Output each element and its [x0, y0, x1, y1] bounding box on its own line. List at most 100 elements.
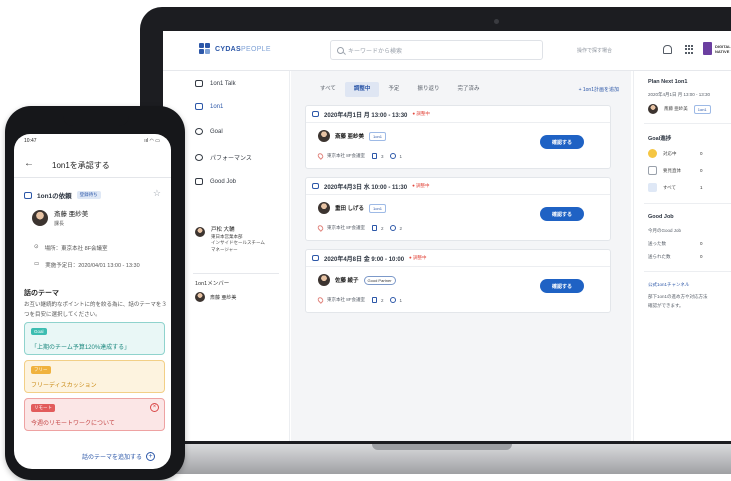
comment-icon [389, 153, 396, 159]
remove-theme-icon[interactable]: × [150, 403, 159, 412]
avatar [195, 292, 205, 302]
comment-count: 1 [399, 153, 403, 159]
chat-bubbles-icon [24, 191, 32, 199]
members-title: 1on1メンバー [195, 281, 230, 287]
tab-scheduled[interactable]: 予定 [379, 82, 408, 97]
profile-name: 戸松 大輔 [211, 227, 235, 233]
comment-icon [389, 225, 396, 231]
goal-row[interactable]: 対応中 [648, 149, 677, 158]
search-input[interactable]: キーワードから検索 [330, 40, 543, 60]
bell-icon[interactable] [663, 45, 672, 54]
sidebar-item-label: 1on1 Talk [210, 80, 236, 87]
sidebar-item-goal[interactable]: Goal [195, 128, 223, 135]
top-link[interactable]: 操作で探す場合 [577, 47, 612, 54]
type-tag: 1on1 [693, 104, 711, 114]
location-pin-icon [316, 224, 325, 232]
tab-review[interactable]: 振り返り [408, 82, 448, 97]
good-job-received-label: 送られた数 [648, 254, 671, 259]
phone-screen: 10:47 ııl ◠ ▭ ← 1on1を承認する 1on1の依頼 登録待ち ☆… [14, 134, 171, 469]
card-datetime: 2020年4月8日 金 9:00 - 10:00 [324, 256, 405, 263]
location-text: 東京本社 8F会議室 [327, 225, 366, 230]
confirm-button[interactable]: 確認する [540, 279, 584, 293]
document-icon [372, 225, 378, 231]
status-badge: ● 調整中 [412, 183, 430, 188]
tab-all[interactable]: すべて [311, 82, 345, 97]
status-bar: 10:47 ııl ◠ ▭ [24, 138, 164, 144]
brand-logo[interactable]: CYDASPEOPLE [199, 43, 271, 55]
chat-bubbles-icon [312, 255, 319, 261]
star-icon[interactable]: ☆ [153, 188, 161, 199]
add-1on1-plan-link[interactable]: + 1on1計画を追加 [579, 86, 619, 93]
theme-tag: Goal [31, 328, 47, 335]
theme-text: 「上期のチーム予算120%達成する」 [31, 345, 131, 351]
phone-notch [63, 106, 129, 126]
comment-icon [389, 297, 396, 303]
sidebar-item-1on1[interactable]: 1on1 [195, 103, 223, 110]
laptop-screen: CYDASPEOPLE キーワードから検索 操作で探す場合 DIGITAL NA… [163, 31, 731, 441]
main-content: すべて 調整中 予定 振り返り 完了済み + 1on1計画を追加 2020年4月… [291, 71, 631, 441]
plan-next-person[interactable]: 斎藤 亜紗美 1on1 [648, 104, 711, 114]
sidebar-item-performance[interactable]: パフォーマンス [195, 153, 252, 162]
goal-row[interactable]: 要見直体 [648, 166, 681, 175]
card-person: 佐藤 綾子 Good Partner [318, 274, 396, 286]
card-meta: 東京本社 8F会議室 3 1 [316, 152, 403, 160]
goal-row[interactable]: すべて [648, 183, 676, 192]
chat-bubbles-icon [312, 183, 319, 189]
goal-label: 対応中 [663, 150, 677, 156]
schedule-card: 2020年4月1日 月 13:00 - 13:30 ● 調整中 斎藤 亜紗美 1… [305, 105, 611, 169]
brand-name: CYDASPEOPLE [215, 45, 271, 53]
theme-card-goal[interactable]: Goal 「上期のチーム予算120%達成する」 [24, 322, 165, 355]
brand-mark-icon [199, 43, 211, 55]
plan-next-date: 2020年4月1日 月 13:00 - 13:30 [648, 92, 711, 97]
profile-dept: 東日本営業本部 [211, 233, 243, 239]
member-item[interactable]: 斎藤 亜紗美 [195, 292, 236, 302]
app-grid-icon[interactable] [685, 45, 694, 54]
schedule-card: 2020年4月3日 水 10:00 - 11:30 ● 調整中 重田 しげる 1… [305, 177, 611, 241]
goal-count: 0 [700, 151, 703, 156]
partner-name: DIGITAL NATIVE [715, 43, 731, 54]
goal-progress-title: Goal進捗 [648, 136, 672, 142]
card-meta: 東京本社 8F会議室 2 2 [316, 224, 403, 232]
doc-count: 2 [381, 297, 384, 303]
avatar [32, 210, 48, 226]
search-icon [337, 46, 344, 54]
good-job-sent-count: 0 [700, 241, 703, 246]
right-panel: Plan Next 1on1 2020年4月1日 月 13:00 - 13:30… [633, 71, 731, 441]
tab-done[interactable]: 完了済み [448, 82, 488, 97]
member-name: 斎藤 亜紗美 [210, 294, 237, 301]
channel-text: 確認ができます。 [648, 303, 684, 308]
request-title-row: 1on1の依頼 登録待ち [24, 190, 101, 200]
theme-card-remote[interactable]: リモート 今週のリモートワークについて × [24, 398, 165, 431]
date-text: 実施予定日：2020/04/01 13:00 - 13:30 [45, 263, 140, 269]
add-theme-label: 話のテーマを追加する [82, 455, 143, 461]
confirm-button[interactable]: 確認する [540, 207, 584, 221]
sidebar-item-label: 1on1 [210, 103, 224, 110]
plan-next-title: Plan Next 1on1 [648, 79, 688, 85]
section-description: お互い継続的なポイントに的を絞る為に、話のテーマを３つを目安に選択してください。 [24, 302, 167, 318]
status-badge: ● 調整中 [409, 255, 427, 260]
tab-adjusting[interactable]: 調整中 [344, 82, 380, 97]
request-title: 1on1の依頼 [37, 193, 72, 200]
theme-tag: フリー [31, 366, 51, 374]
back-arrow-icon[interactable]: ← [24, 158, 34, 169]
comment-count: 2 [399, 225, 403, 231]
location-text: 場所：東京本社 8F会議室 [44, 246, 108, 252]
confirm-button[interactable]: 確認する [540, 135, 584, 149]
chat-bubbles-icon [312, 111, 319, 117]
add-theme-button[interactable]: 話のテーマを追加する + [82, 452, 156, 461]
card-datetime: 2020年4月3日 水 10:00 - 11:30 [324, 184, 408, 191]
theme-card-free[interactable]: フリー フリーディスカッション [24, 360, 165, 393]
location-pin-icon [316, 296, 325, 304]
sidebar-item-good-job[interactable]: Good Job [195, 178, 236, 185]
user-profile[interactable]: 戸松 大輔 東日本営業本部 インサイドセールスチーム マネージャー [195, 227, 265, 253]
sidebar-item-label: Goal [210, 128, 223, 135]
profile-title: マネージャー [211, 246, 238, 252]
status-badge: 登録待ち [76, 191, 101, 199]
official-channel-link[interactable]: 公式1on1チャンネル [648, 282, 689, 288]
sidebar-item-1on1-talk[interactable]: 1on1 Talk [195, 80, 236, 87]
divider [644, 203, 731, 204]
card-header: 2020年4月8日 金 9:00 - 10:00 ● 調整中 [306, 250, 610, 267]
document-icon [372, 153, 378, 159]
page-title: 1on1を承認する [52, 161, 110, 170]
card-header: 2020年4月1日 月 13:00 - 13:30 ● 調整中 [306, 106, 610, 123]
